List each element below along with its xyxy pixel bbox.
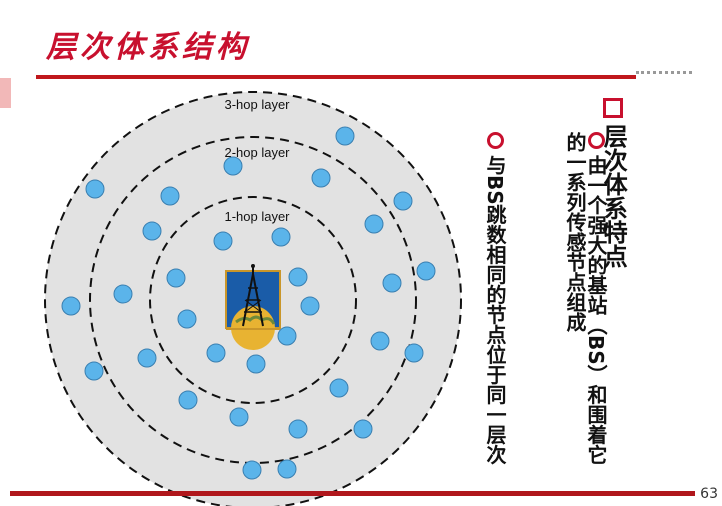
base-station-icon	[225, 264, 281, 350]
page-number: 63	[700, 486, 718, 502]
sensor-node	[242, 460, 262, 480]
sensor-node	[85, 179, 105, 199]
sensor-node	[364, 214, 384, 234]
sensor-node	[229, 407, 249, 427]
bullet-base-station: 由一个强大的基站（BS）和围着它的一系列传感节点组成	[563, 132, 608, 465]
sensor-node	[335, 126, 355, 146]
sensor-node	[404, 343, 424, 363]
sensor-node	[393, 191, 413, 211]
sensor-node	[382, 273, 402, 293]
sensor-node	[246, 354, 266, 374]
sensor-node	[370, 331, 390, 351]
sensor-node	[277, 459, 297, 479]
sensor-node	[300, 296, 320, 316]
sensor-node	[223, 156, 243, 176]
sensor-node	[271, 227, 291, 247]
sensor-node	[277, 326, 297, 346]
sensor-node	[416, 261, 436, 281]
ring-bullet-icon	[486, 132, 504, 149]
sensor-node	[61, 296, 81, 316]
sensor-node	[84, 361, 104, 381]
label-3-hop: 3-hop layer	[224, 97, 290, 112]
square-bullet-icon	[603, 98, 624, 118]
label-1-hop: 1-hop layer	[224, 209, 290, 224]
sensor-node	[177, 309, 197, 329]
sensor-node	[113, 284, 133, 304]
sensor-node	[288, 267, 308, 287]
sensor-node	[166, 268, 186, 288]
bullet-hop-layers: 与BS跳数相同的节点位于同一层次	[483, 132, 507, 482]
bottom-divider	[10, 491, 695, 496]
sensor-node	[288, 419, 308, 439]
sensor-node	[311, 168, 331, 188]
sensor-node	[329, 378, 349, 398]
sensor-node	[137, 348, 157, 368]
sensor-node	[160, 186, 180, 206]
sensor-node	[142, 221, 162, 241]
sensor-node	[353, 419, 373, 439]
ring-bullet-icon	[587, 132, 605, 149]
sensor-node	[206, 343, 226, 363]
sensor-node	[213, 231, 233, 251]
sensor-node	[178, 390, 198, 410]
